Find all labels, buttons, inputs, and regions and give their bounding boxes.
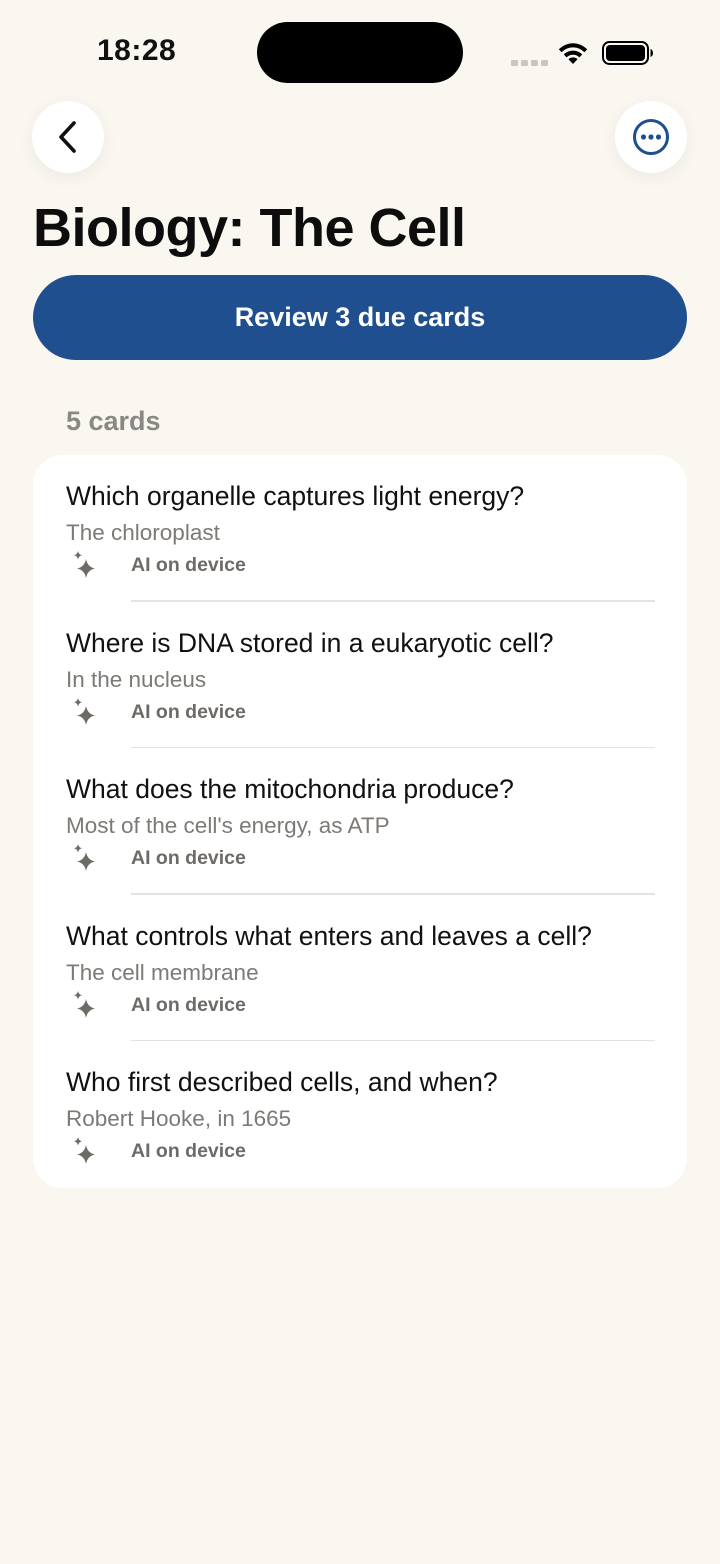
battery-icon — [602, 41, 653, 65]
sparkle-icon — [74, 551, 95, 578]
ai-source-label: AI on device — [131, 700, 246, 723]
card-count-label: 5 cards — [66, 406, 161, 436]
card-question: Which organelle captures light energy? — [66, 481, 525, 511]
card-question: What controls what enters and leaves a c… — [66, 920, 592, 951]
dynamic-island — [257, 22, 463, 83]
chevron-left-icon — [59, 121, 76, 153]
card-row[interactable]: What controls what enters and leaves a c… — [33, 895, 687, 1042]
ai-source-label: AI on device — [131, 554, 246, 576]
sparkle-icon — [74, 1137, 95, 1165]
card-row[interactable]: Which organelle captures light energy? T… — [33, 455, 687, 602]
card-answer: The chloroplast — [66, 520, 220, 545]
card-question: What does the mitochondria produce? — [66, 774, 514, 805]
cellular-signal-icon — [511, 60, 548, 66]
ellipsis-circle-icon — [633, 119, 669, 155]
card-answer: Robert Hooke, in 1665 — [66, 1106, 292, 1132]
card-answer: In the nucleus — [66, 666, 207, 692]
wifi-icon — [558, 43, 588, 64]
card-row[interactable]: What does the mitochondria produce? Most… — [33, 748, 687, 895]
sparkle-icon — [74, 990, 95, 1018]
card-answer: The cell membrane — [66, 959, 259, 985]
ai-source-label: AI on device — [131, 993, 246, 1016]
status-time: 18:28 — [97, 34, 177, 67]
review-due-cards-button[interactable]: Review 3 due cards — [33, 275, 687, 360]
card-question: Where is DNA stored in a eukaryotic cell… — [66, 627, 554, 658]
ai-source-label: AI on device — [131, 1140, 246, 1163]
status-icons — [494, 38, 654, 68]
more-options-button[interactable] — [615, 101, 687, 173]
card-row[interactable]: Where is DNA stored in a eukaryotic cell… — [33, 602, 687, 749]
sparkle-icon — [74, 844, 95, 872]
screen: 18:28 Biology: The Cell Review 3 due car… — [0, 0, 720, 1564]
card-answer: Most of the cell's energy, as ATP — [66, 813, 390, 839]
card-question: Who first described cells, and when? — [66, 1067, 498, 1098]
back-button[interactable] — [32, 101, 104, 173]
sparkle-icon — [74, 697, 95, 725]
card-list: Which organelle captures light energy? T… — [33, 455, 687, 1188]
ai-source-label: AI on device — [131, 847, 246, 870]
page-title: Biology: The Cell — [33, 198, 466, 258]
card-row[interactable]: Who first described cells, and when? Rob… — [33, 1041, 687, 1188]
